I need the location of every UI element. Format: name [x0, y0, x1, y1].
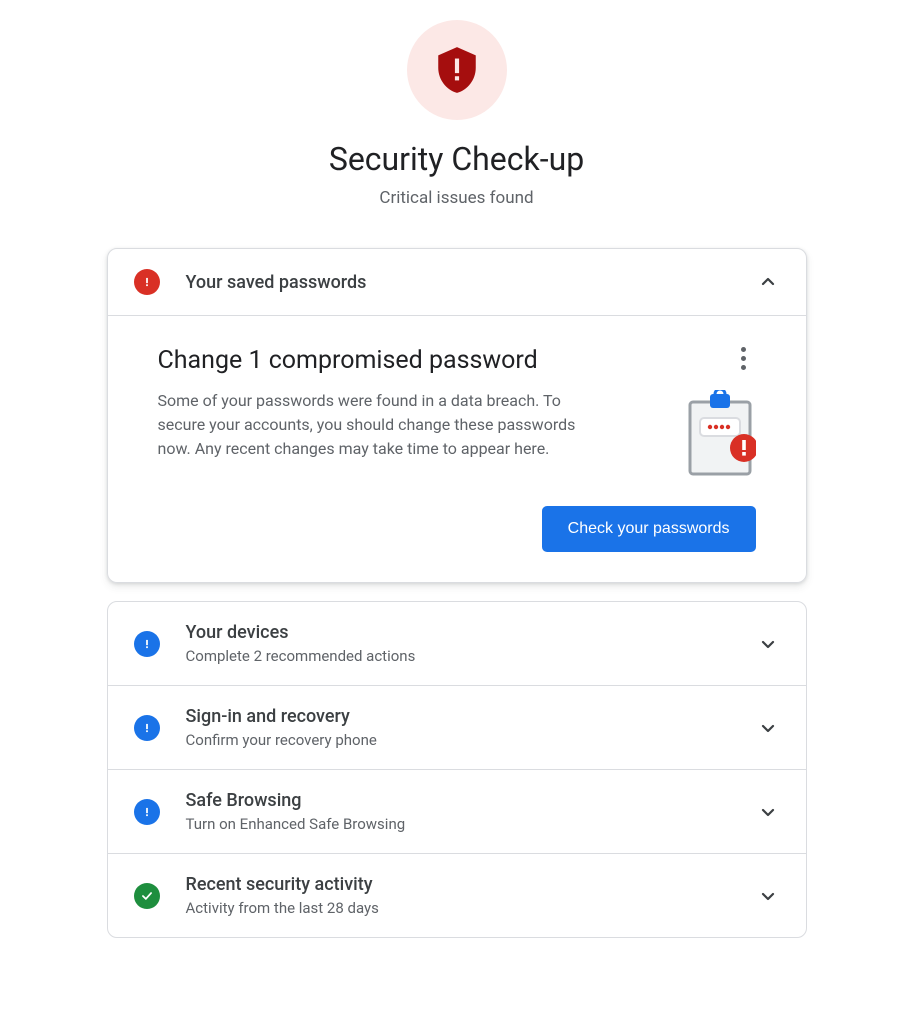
more-options-button[interactable] [732, 346, 756, 370]
section-title: Safe Browsing [186, 790, 756, 811]
chevron-down-icon [756, 884, 780, 908]
page-header: Security Check-up Critical issues found [20, 20, 893, 208]
section-subtitle: Turn on Enhanced Safe Browsing [186, 815, 756, 833]
safe-browsing-row[interactable]: Safe Browsing Turn on Enhanced Safe Brow… [108, 769, 806, 853]
recent-activity-row[interactable]: Recent security activity Activity from t… [108, 853, 806, 937]
shield-alert-icon [407, 20, 507, 120]
check-icon [134, 883, 160, 909]
chevron-up-icon [756, 270, 780, 294]
chevron-down-icon [756, 716, 780, 740]
alert-icon [134, 799, 160, 825]
section-subtitle: Complete 2 recommended actions [186, 647, 756, 665]
alert-icon [134, 631, 160, 657]
saved-passwords-header[interactable]: Your saved passwords [108, 249, 806, 316]
section-title: Your devices [186, 622, 756, 643]
page-title: Security Check-up [20, 140, 893, 178]
page-subtitle: Critical issues found [20, 188, 893, 208]
chevron-down-icon [756, 800, 780, 824]
clipboard-alert-icon [684, 390, 756, 478]
compromised-description: Some of your passwords were found in a d… [158, 389, 578, 461]
section-title: Sign-in and recovery [186, 706, 756, 727]
section-subtitle: Activity from the last 28 days [186, 899, 756, 917]
section-subtitle: Confirm your recovery phone [186, 731, 756, 749]
alert-icon [134, 269, 160, 295]
saved-passwords-card: Your saved passwords Change 1 compromise… [107, 248, 807, 583]
compromised-title: Change 1 compromised password [158, 346, 664, 375]
chevron-down-icon [756, 632, 780, 656]
alert-icon [134, 715, 160, 741]
sections-card: Your devices Complete 2 recommended acti… [107, 601, 807, 938]
section-title: Recent security activity [186, 874, 756, 895]
sign-in-recovery-row[interactable]: Sign-in and recovery Confirm your recove… [108, 685, 806, 769]
check-passwords-button[interactable]: Check your passwords [542, 506, 756, 552]
your-devices-row[interactable]: Your devices Complete 2 recommended acti… [108, 602, 806, 685]
saved-passwords-body: Change 1 compromised password Some of yo… [108, 316, 806, 582]
section-title: Your saved passwords [186, 272, 756, 293]
